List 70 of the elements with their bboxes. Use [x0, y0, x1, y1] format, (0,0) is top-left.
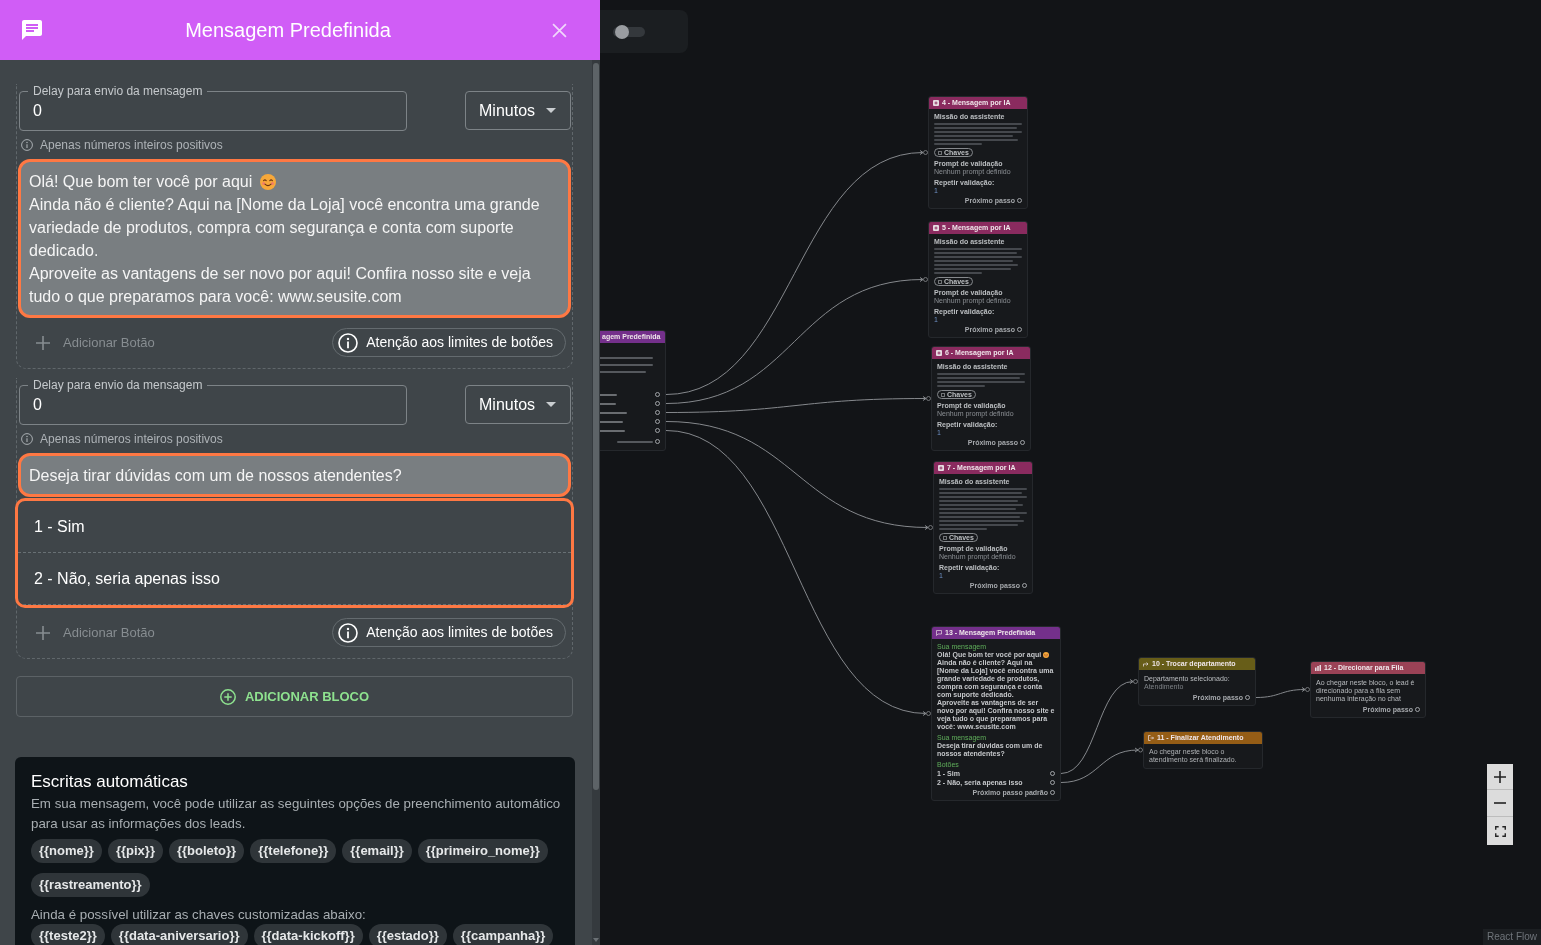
plus-square-icon — [938, 465, 944, 471]
placeholder-key-chip[interactable]: {{data-kickoff}} — [253, 924, 363, 945]
text-line-drawing — [600, 363, 653, 366]
placeholder-key-chip[interactable]: {{data-aniversario}} — [110, 924, 248, 945]
scroll-down-arrow-icon[interactable] — [593, 938, 599, 942]
exit-icon — [1148, 735, 1154, 741]
bars-icon — [1315, 665, 1321, 671]
close-button[interactable] — [552, 22, 567, 38]
plus-square-icon — [936, 350, 942, 356]
text-line-drawing — [600, 402, 616, 405]
custom-keys-label: Ainda é possível utilizar as chaves customizadas abaixo: — [31, 906, 367, 924]
text-line-drawing — [600, 429, 625, 432]
plus-square-icon — [933, 225, 939, 231]
option-button[interactable]: 2 - Não, seria apenas isso — [18, 553, 571, 605]
option-button[interactable]: 1 - Sim — [18, 501, 571, 553]
fullscreen-icon — [1494, 825, 1506, 837]
message-text-area[interactable]: Olá! Que bom ter você por aqui Ainda não é cliente? Aqui na [Nome da Loja] você encontra uma grande variedade de produtos, compra com segurança e conta com suporte dedicado. Aproveite as vantagens de ser novo por aqui! Confira nosso site e veja tudo o que preparamos para você: www.seusite.com — [18, 159, 571, 318]
text-line-drawing — [600, 356, 653, 359]
placeholder-key-chip[interactable]: {{email}} — [342, 839, 412, 863]
info-icon — [338, 622, 359, 643]
info-icon — [21, 139, 33, 151]
placeholder-key-chip[interactable]: {{teste2}} — [31, 924, 105, 945]
text-line-drawing — [617, 440, 653, 443]
delay-input-field[interactable]: Delay para envio da mensagem 0 — [19, 378, 407, 425]
minus-icon — [1494, 802, 1506, 804]
unit-select[interactable]: Minutos — [465, 91, 571, 130]
zoom-in-button[interactable] — [1487, 764, 1513, 790]
field-label: Delay para envio da mensagem — [32, 378, 204, 392]
connector-line — [1255, 687, 1310, 698]
field-label: Delay para envio da mensagem — [32, 84, 204, 98]
placeholder-key-chip[interactable]: {{telefone}} — [250, 839, 337, 863]
text-line-drawing — [600, 393, 617, 396]
chat-bubble-icon — [936, 630, 942, 636]
delay-input-field[interactable]: Delay para envio da mensagem 0 — [19, 84, 407, 131]
placeholder-key-chip[interactable]: {{boleto}} — [168, 839, 245, 863]
attribution-link[interactable]: React Flow — [1483, 929, 1541, 945]
unit-select[interactable]: Minutos — [465, 385, 571, 424]
turn-arrow-icon — [1143, 661, 1149, 667]
helper-text: Apenas números inteiros positivos — [40, 138, 223, 152]
close-icon — [552, 22, 567, 38]
chat-icon — [22, 20, 42, 40]
caret-icon — [546, 108, 556, 113]
info-icon — [338, 332, 359, 353]
plus-circle-icon — [219, 688, 236, 705]
toggle-switch[interactable] — [613, 24, 645, 39]
caret-icon — [546, 402, 556, 407]
fit-view-button[interactable] — [1487, 817, 1513, 845]
info-icon — [21, 433, 33, 445]
text-line-drawing — [600, 420, 623, 423]
placeholder-key-chip[interactable]: {{primeiro_nome}} — [417, 839, 548, 863]
placeholder-key-chip[interactable]: {{rastreamento}} — [31, 873, 150, 897]
placeholder-key-chip[interactable]: {{estado}} — [368, 924, 447, 945]
plus-icon — [1494, 770, 1506, 783]
placeholder-key-chip[interactable]: {{nome}} — [31, 839, 102, 863]
scrollbar-thumb[interactable] — [593, 63, 599, 790]
placeholder-key-chip[interactable]: {{pix}} — [107, 839, 163, 863]
message-text-area[interactable]: Deseja tirar dúvidas com um de nossos atendentes? — [18, 453, 571, 497]
plus-square-icon — [933, 100, 939, 106]
plus-icon — [36, 335, 50, 350]
panel-title: Mensagem Predefinida — [184, 18, 392, 43]
text-line-drawing — [600, 411, 627, 414]
card-title: Escritas automáticas — [31, 771, 189, 793]
card-description: Em sua mensagem, você pode utilizar as seguintes opções de preenchimento automático para usar as informações dos leads. — [31, 795, 562, 833]
flow-node[interactable] — [931, 626, 1061, 801]
helper-text: Apenas números inteiros positivos — [40, 432, 223, 446]
text-line-drawing — [600, 370, 646, 373]
zoom-out-button[interactable] — [1487, 790, 1513, 817]
placeholder-key-chip[interactable]: {{campanha}} — [452, 924, 554, 945]
plus-icon — [36, 625, 50, 640]
add-block-button[interactable]: ADICIONAR BLOCO — [16, 676, 573, 717]
